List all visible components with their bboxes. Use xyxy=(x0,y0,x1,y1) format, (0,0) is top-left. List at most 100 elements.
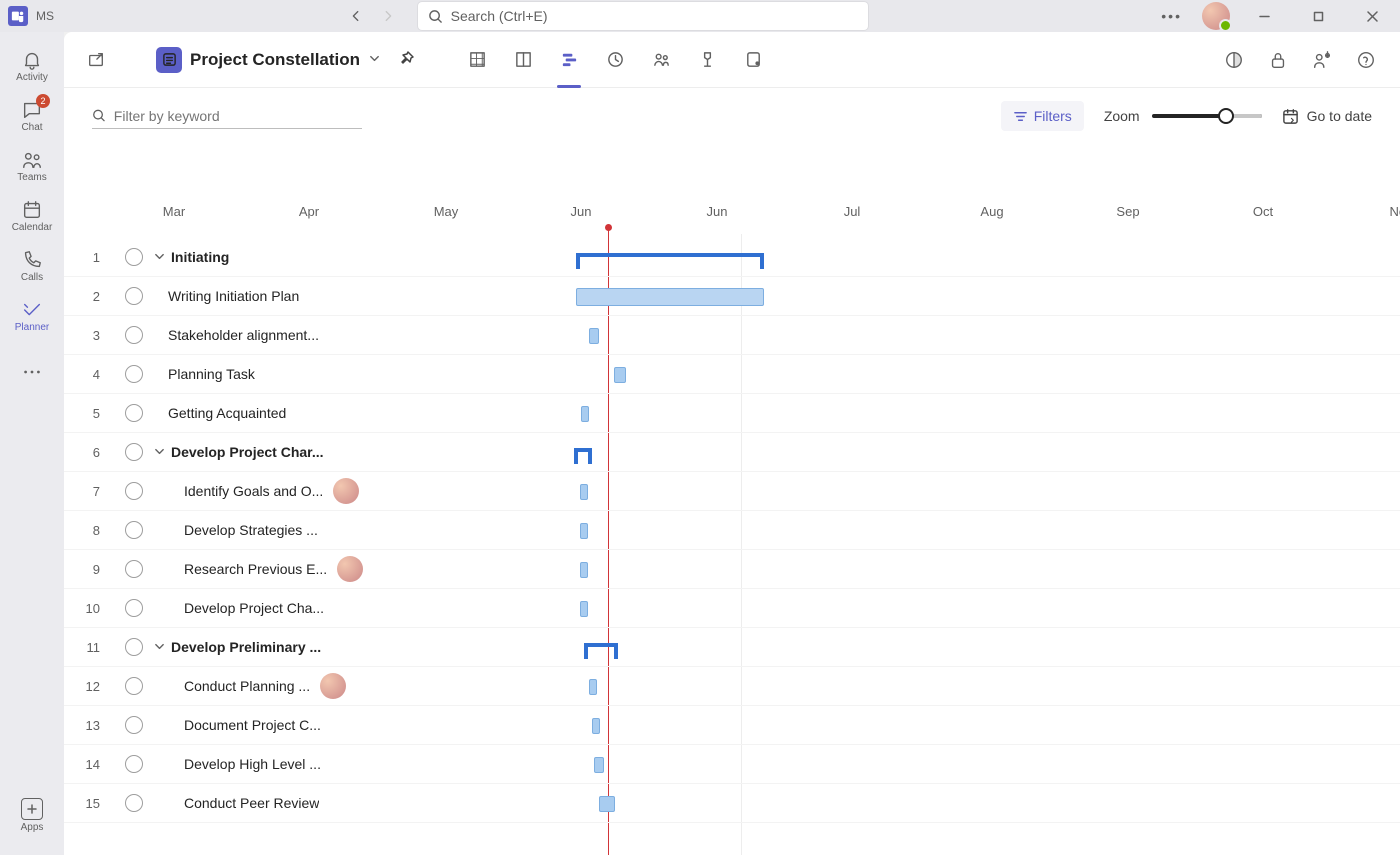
task-row[interactable]: 9Research Previous E... xyxy=(64,550,1400,589)
assignee-avatar[interactable] xyxy=(320,673,346,699)
share-button[interactable] xyxy=(1308,46,1336,74)
timeline-toolbar: Filters Zoom Go to date xyxy=(64,88,1400,144)
month-label: May xyxy=(434,204,459,219)
task-row[interactable]: 2Writing Initiation Plan xyxy=(64,277,1400,316)
task-row[interactable]: 15Conduct Peer Review xyxy=(64,784,1400,823)
task-row[interactable]: 8Develop Strategies ... xyxy=(64,511,1400,550)
view-grid[interactable] xyxy=(459,42,495,78)
task-checkbox[interactable] xyxy=(114,404,154,422)
task-label[interactable]: Identify Goals and O... xyxy=(154,478,414,504)
row-number: 11 xyxy=(64,640,114,655)
close-button[interactable] xyxy=(1352,0,1392,32)
filter-input[interactable] xyxy=(114,108,362,124)
task-checkbox[interactable] xyxy=(114,326,154,344)
view-tabs xyxy=(459,42,771,78)
month-label: Jun xyxy=(571,204,592,219)
view-timeline[interactable] xyxy=(551,42,587,78)
rail-calls[interactable]: Calls xyxy=(4,242,60,290)
task-checkbox[interactable] xyxy=(114,248,154,266)
task-label[interactable]: Writing Initiation Plan xyxy=(154,288,414,304)
task-label[interactable]: Develop Project Char... xyxy=(154,444,414,460)
app-rail: Activity 2 Chat Teams Calendar Calls Pla… xyxy=(0,32,64,855)
task-row[interactable]: 6Develop Project Char... xyxy=(64,433,1400,472)
task-checkbox[interactable] xyxy=(114,677,154,695)
filters-button[interactable]: Filters xyxy=(1001,101,1084,131)
task-row[interactable]: 7 Identify Goals and O... xyxy=(64,472,1400,511)
view-board[interactable] xyxy=(505,42,541,78)
task-checkbox[interactable] xyxy=(114,794,154,812)
assignee-avatar[interactable] xyxy=(337,556,363,582)
task-label[interactable]: Conduct Planning ... xyxy=(154,673,414,699)
task-label[interactable]: Develop Project Cha... xyxy=(154,600,414,616)
caret-down-icon xyxy=(154,249,165,265)
apps-icon xyxy=(21,798,43,820)
task-checkbox[interactable] xyxy=(114,560,154,578)
task-label[interactable]: Conduct Peer Review xyxy=(154,795,414,811)
task-label[interactable]: Getting Acquainted xyxy=(154,405,414,421)
help-button[interactable] xyxy=(1352,46,1380,74)
view-app[interactable] xyxy=(735,42,771,78)
task-checkbox[interactable] xyxy=(114,287,154,305)
task-row[interactable]: 13Document Project C... xyxy=(64,706,1400,745)
user-avatar[interactable] xyxy=(1202,2,1230,30)
task-label[interactable]: Research Previous E... xyxy=(154,556,414,582)
maximize-button[interactable] xyxy=(1298,0,1338,32)
more-menu-button[interactable]: ••• xyxy=(1155,8,1188,24)
task-checkbox[interactable] xyxy=(114,716,154,734)
row-number: 12 xyxy=(64,679,114,694)
task-row[interactable]: 3Stakeholder alignment... xyxy=(64,316,1400,355)
popout-button[interactable] xyxy=(84,48,108,72)
task-checkbox[interactable] xyxy=(114,755,154,773)
task-label[interactable]: Planning Task xyxy=(154,366,414,382)
nav-back-button[interactable] xyxy=(342,2,370,30)
lock-button[interactable] xyxy=(1264,46,1292,74)
task-checkbox[interactable] xyxy=(114,443,154,461)
rail-activity[interactable]: Activity xyxy=(4,42,60,90)
task-row[interactable]: 4Planning Task xyxy=(64,355,1400,394)
project-header: Project Constellation xyxy=(64,32,1400,88)
view-people[interactable] xyxy=(643,42,679,78)
theme-button[interactable] xyxy=(1220,46,1248,74)
task-row[interactable]: 11 Develop Preliminary ... xyxy=(64,628,1400,667)
global-search[interactable]: Search (Ctrl+E) xyxy=(418,2,868,30)
zoom-slider[interactable] xyxy=(1152,114,1262,118)
task-label[interactable]: Stakeholder alignment... xyxy=(154,327,414,343)
task-label[interactable]: Develop High Level ... xyxy=(154,756,414,772)
task-label[interactable]: Develop Strategies ... xyxy=(154,522,414,538)
task-checkbox[interactable] xyxy=(114,521,154,539)
row-number: 10 xyxy=(64,601,114,616)
task-row[interactable]: 12 Conduct Planning ... xyxy=(64,667,1400,706)
assignee-avatar[interactable] xyxy=(333,478,359,504)
task-label[interactable]: Document Project C... xyxy=(154,717,414,733)
project-breadcrumb[interactable]: Project Constellation xyxy=(156,47,381,73)
task-label[interactable]: Develop Preliminary ... xyxy=(154,639,414,655)
rail-chat[interactable]: 2 Chat xyxy=(4,92,60,140)
rail-more[interactable] xyxy=(4,348,60,396)
gantt-area: MarAprMayJunJunJulAugSepOctNov 1Initiati… xyxy=(64,144,1400,855)
goto-date-button[interactable]: Go to date xyxy=(1282,108,1372,125)
rail-calendar[interactable]: Calendar xyxy=(4,192,60,240)
task-row[interactable]: 1Initiating xyxy=(64,238,1400,277)
task-checkbox[interactable] xyxy=(114,599,154,617)
task-checkbox[interactable] xyxy=(114,638,154,656)
search-placeholder: Search (Ctrl+E) xyxy=(451,8,548,24)
task-checkbox[interactable] xyxy=(114,482,154,500)
minimize-button[interactable] xyxy=(1244,0,1284,32)
pin-button[interactable] xyxy=(399,50,415,69)
rail-apps[interactable]: Apps xyxy=(4,791,60,839)
rail-teams[interactable]: Teams xyxy=(4,142,60,190)
view-goals[interactable] xyxy=(689,42,725,78)
view-schedule[interactable] xyxy=(597,42,633,78)
rail-planner[interactable]: Planner xyxy=(4,292,60,340)
calendar-icon xyxy=(21,199,43,221)
nav-forward-button[interactable] xyxy=(374,2,402,30)
filter-search[interactable] xyxy=(92,104,362,129)
task-row[interactable]: 5Getting Acquainted xyxy=(64,394,1400,433)
zoom-thumb[interactable] xyxy=(1218,108,1234,124)
task-row[interactable]: 14Develop High Level ... xyxy=(64,745,1400,784)
task-label[interactable]: Initiating xyxy=(154,249,414,265)
row-number: 7 xyxy=(64,484,114,499)
task-row[interactable]: 10 Develop Project Cha... xyxy=(64,589,1400,628)
month-label: Apr xyxy=(299,204,319,219)
task-checkbox[interactable] xyxy=(114,365,154,383)
